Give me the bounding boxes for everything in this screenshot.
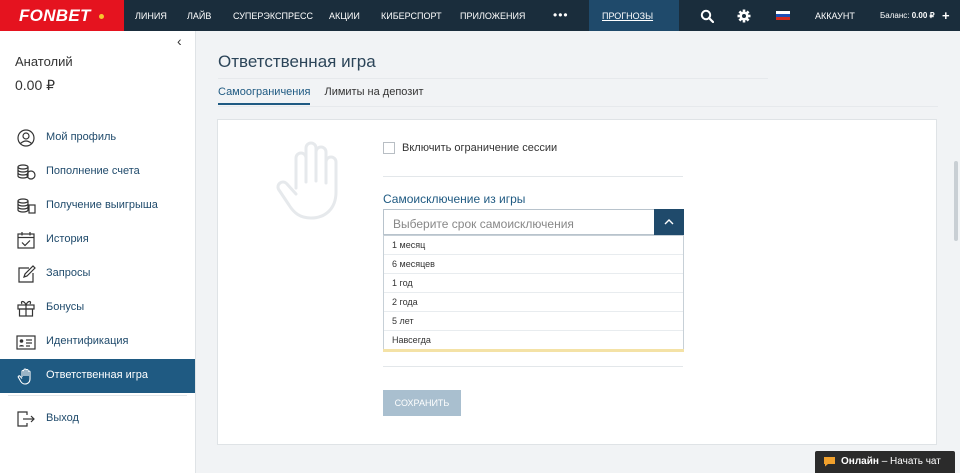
- section-divider: [383, 366, 683, 367]
- sidebar-item-requests[interactable]: Запросы: [0, 257, 195, 291]
- logout-icon: [17, 411, 35, 427]
- search-icon[interactable]: [700, 9, 714, 23]
- sidebar-item-label: Получение выигрыша: [46, 199, 158, 211]
- main-content: Ответственная игра Самоограничения Лимит…: [196, 31, 960, 473]
- nav-liniya[interactable]: ЛИНИЯ: [135, 11, 167, 21]
- account-sidebar: ‹ Анатолий 0.00 ₽ Мой профиль Пополнение…: [0, 31, 196, 473]
- user-icon: [17, 129, 35, 147]
- option-2-years[interactable]: 2 года: [384, 293, 683, 312]
- fonbet-logo[interactable]: FONBET: [0, 0, 124, 31]
- self-exclusion-label: Самоисключение из игры: [383, 192, 526, 206]
- self-exclusion-options: 1 месяц 6 месяцев 1 год 2 года 5 лет Нав…: [383, 235, 684, 351]
- option-1-year[interactable]: 1 год: [384, 274, 683, 293]
- nav-akcii[interactable]: АКЦИИ: [329, 11, 360, 21]
- sidebar-item-history[interactable]: История: [0, 223, 195, 257]
- option-forever[interactable]: Навсегда: [384, 331, 683, 350]
- sidebar-item-label: Бонусы: [46, 301, 85, 313]
- hand-stop-icon: [276, 141, 338, 220]
- chat-status: Онлайн: [841, 456, 879, 467]
- withdraw-icon: [17, 198, 36, 214]
- gift-icon: [17, 300, 35, 317]
- account-link[interactable]: АККАУНТ: [815, 11, 855, 21]
- select-placeholder: Выберите срок самоисключения: [393, 217, 574, 231]
- balance-value: 0.00 ₽: [911, 11, 935, 20]
- session-limit-checkbox[interactable]: [383, 142, 395, 154]
- tab-self-restrictions[interactable]: Самоограничения: [218, 86, 311, 105]
- balance-label: Баланс:: [880, 11, 910, 20]
- balance-display[interactable]: Баланс: 0.00 ₽: [880, 11, 935, 20]
- calendar-check-icon: [17, 232, 35, 249]
- user-name: Анатолий: [15, 54, 73, 69]
- chevron-up-icon: [664, 219, 674, 225]
- nav-prilozheniya[interactable]: ПРИЛОЖЕНИЯ: [460, 11, 525, 21]
- chat-action: – Начать чат: [878, 456, 941, 467]
- coins-icon: [17, 164, 36, 180]
- collapse-chevron-icon[interactable]: ‹: [177, 33, 182, 49]
- more-dots-icon[interactable]: •••: [553, 8, 569, 22]
- option-5-years[interactable]: 5 лет: [384, 312, 683, 331]
- option-1-month[interactable]: 1 месяц: [384, 236, 683, 255]
- sidebar-item-label: Запросы: [46, 267, 91, 279]
- sidebar-divider: [8, 395, 187, 396]
- sidebar-item-profile[interactable]: Мой профиль: [0, 121, 195, 155]
- chat-label: Онлайн – Начать чат: [841, 456, 941, 467]
- id-card-icon: [16, 335, 36, 350]
- sidebar-item-logout[interactable]: Выход: [0, 402, 195, 436]
- page-scrollbar[interactable]: [954, 161, 958, 241]
- option-6-months[interactable]: 6 месяцев: [384, 255, 683, 274]
- dropdown-highlight-bar: [383, 349, 684, 352]
- select-toggle-button[interactable]: [654, 209, 684, 235]
- user-balance: 0.00 ₽: [15, 77, 56, 93]
- sidebar-item-bonuses[interactable]: Бонусы: [0, 291, 195, 325]
- sidebar-item-withdraw[interactable]: Получение выигрыша: [0, 189, 195, 223]
- sidebar-item-label: Мой профиль: [46, 131, 117, 143]
- plus-icon[interactable]: +: [942, 8, 950, 23]
- title-divider: [218, 78, 768, 79]
- nav-kibersport[interactable]: КИБЕРСПОРТ: [381, 11, 442, 21]
- page-title: Ответственная игра: [218, 52, 376, 71]
- edit-icon: [18, 265, 36, 283]
- sidebar-item-label: Идентификация: [46, 335, 129, 347]
- tab-deposit-limits[interactable]: Лимиты на депозит: [324, 86, 423, 105]
- chat-widget[interactable]: Онлайн – Начать чат: [815, 451, 955, 473]
- nav-prognozy-label: ПРОГНОЗЫ: [602, 11, 654, 21]
- nav-live[interactable]: ЛАЙВ: [187, 11, 211, 21]
- logo-dot-icon: [98, 14, 104, 19]
- save-button[interactable]: СОХРАНИТЬ: [383, 390, 461, 416]
- section-divider: [383, 176, 683, 177]
- top-navigation-bar: FONBET ЛИНИЯ ЛАЙВ СУПЕРЭКСПРЕСС АКЦИИ КИ…: [0, 0, 960, 31]
- tabs-divider: [218, 106, 938, 107]
- sidebar-item-label: Выход: [46, 412, 79, 424]
- sidebar-item-label: Пополнение счета: [46, 165, 140, 177]
- logo-text: FONBET: [19, 5, 91, 25]
- nav-prognozy[interactable]: ПРОГНОЗЫ: [589, 0, 679, 31]
- russian-flag-icon[interactable]: [775, 10, 791, 21]
- restrictions-panel: Включить ограничение сессии Самоисключен…: [217, 119, 937, 445]
- session-limit-row[interactable]: Включить ограничение сессии: [383, 142, 557, 154]
- sidebar-item-identification[interactable]: Идентификация: [0, 325, 195, 359]
- session-limit-label[interactable]: Включить ограничение сессии: [402, 142, 557, 154]
- gear-icon[interactable]: [737, 9, 751, 23]
- sidebar-item-responsible-gaming[interactable]: Ответственная игра: [0, 359, 195, 393]
- self-exclusion-select[interactable]: Выберите срок самоисключения: [383, 209, 684, 235]
- sidebar-item-label: История: [46, 233, 89, 245]
- sidebar-menu: Мой профиль Пополнение счета Получение в…: [0, 121, 195, 436]
- hand-icon: [17, 368, 31, 385]
- sidebar-item-label: Ответственная игра: [46, 369, 149, 381]
- sidebar-item-deposit[interactable]: Пополнение счета: [0, 155, 195, 189]
- tab-bar: Самоограничения Лимиты на депозит: [218, 86, 438, 105]
- chat-bubble-icon: [824, 457, 835, 467]
- nav-superexpress[interactable]: СУПЕРЭКСПРЕСС: [233, 11, 313, 21]
